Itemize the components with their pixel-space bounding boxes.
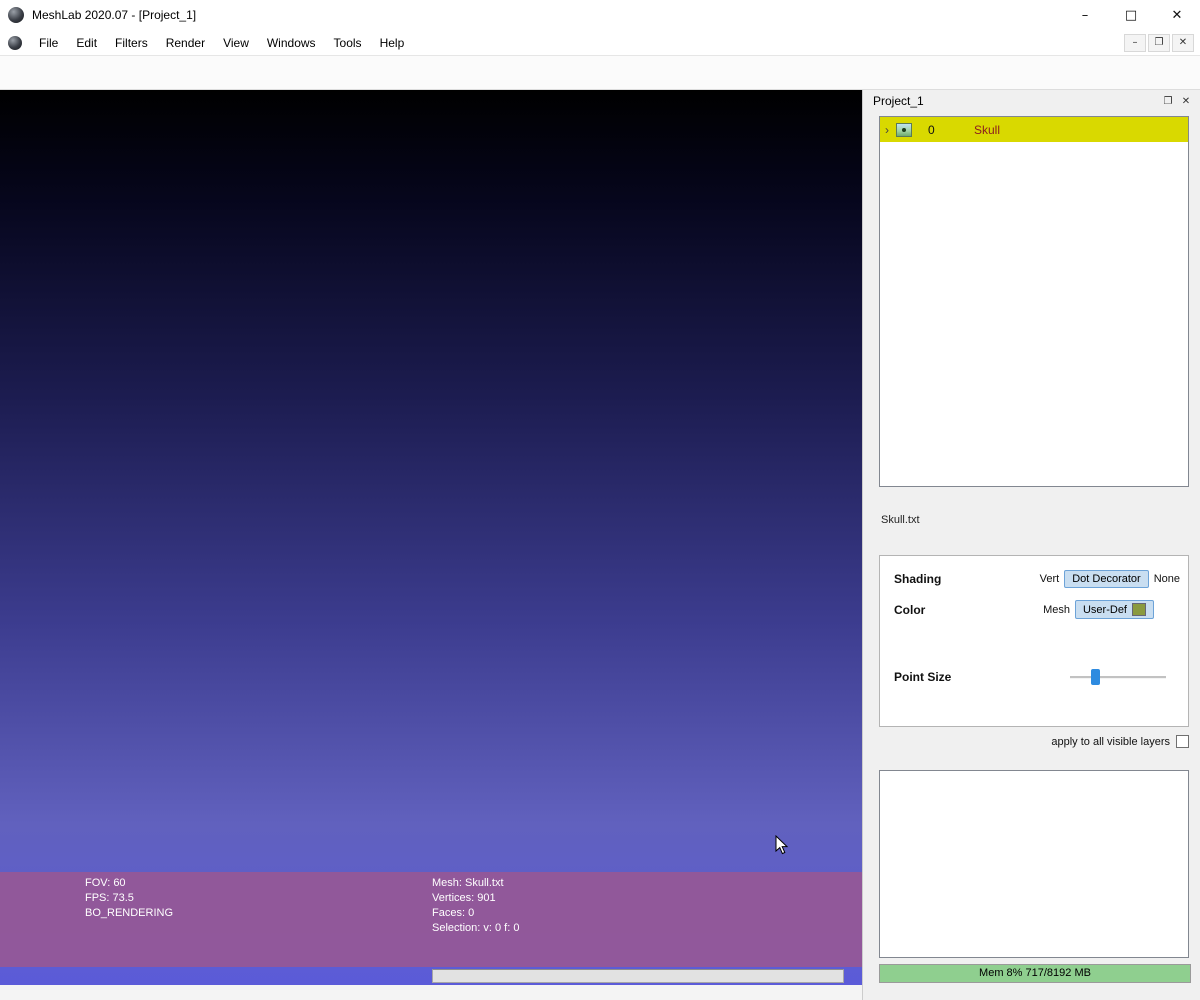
point-size-slider[interactable] bbox=[1070, 668, 1166, 686]
shading-label: Shading bbox=[894, 572, 941, 586]
meshlab-window: MeshLab 2020.07 - [Project_1] –□✕ FileEd… bbox=[0, 0, 1200, 1000]
title-bar: MeshLab 2020.07 - [Project_1] –□✕ bbox=[0, 0, 1200, 30]
dot-decorator-button[interactable]: Dot Decorator bbox=[1064, 570, 1148, 588]
memory-usage-bar: Mem 8% 717/8192 MB bbox=[879, 964, 1191, 983]
minimize-button[interactable]: – bbox=[1062, 0, 1108, 30]
app-icon bbox=[8, 7, 24, 23]
mesh-panel-title: Skull.txt bbox=[881, 514, 920, 526]
render-options-body: Shading Vert Dot Decorator None Color Me… bbox=[879, 555, 1189, 727]
menu-tools[interactable]: Tools bbox=[325, 32, 371, 54]
hud-faces: Faces: 0 bbox=[432, 906, 519, 921]
dock-title: Project_1 bbox=[873, 94, 924, 108]
shading-row: Shading Vert Dot Decorator None bbox=[894, 570, 1180, 588]
viewport-3d[interactable]: FOV: 60 FPS: 73.5 BO_RENDERING Mesh: Sku… bbox=[0, 90, 862, 985]
dock-float-button[interactable]: ❐ bbox=[1159, 93, 1177, 109]
maximize-button[interactable]: □ bbox=[1108, 0, 1154, 30]
apply-all-layers-row: apply to all visible layers bbox=[879, 735, 1189, 748]
point-size-label: Point Size bbox=[894, 670, 951, 684]
toolbar bbox=[0, 56, 1200, 90]
color-row: Color Mesh User-Def bbox=[894, 600, 1180, 619]
document-icon bbox=[8, 36, 22, 50]
hud-mesh-name: Mesh: Skull.txt bbox=[432, 876, 519, 891]
memory-label: Mem 8% 717/8192 MB bbox=[880, 967, 1190, 979]
menu-help[interactable]: Help bbox=[371, 32, 414, 54]
hud-fov: FOV: 60 bbox=[85, 876, 173, 891]
log-output bbox=[879, 770, 1189, 958]
apply-all-layers-checkbox[interactable] bbox=[1176, 735, 1189, 748]
status-bar bbox=[0, 985, 862, 1000]
dock-buttons: ❐✕ bbox=[1159, 93, 1195, 109]
point-cloud-canvas[interactable] bbox=[0, 90, 862, 985]
mdi-restore-button[interactable]: ❐ bbox=[1148, 34, 1170, 52]
menu-file[interactable]: File bbox=[30, 32, 67, 54]
hud-mesh-stats: Mesh: Skull.txt Vertices: 901 Faces: 0 S… bbox=[432, 876, 519, 936]
window-title: MeshLab 2020.07 - [Project_1] bbox=[32, 8, 196, 22]
layer-dock: Project_1 ❐✕ › 0 Skull Skull.txt Shading… bbox=[862, 90, 1200, 1000]
shading-none-label[interactable]: None bbox=[1154, 573, 1180, 585]
apply-all-layers-label: apply to all visible layers bbox=[1051, 736, 1170, 748]
mdi-minimize-button[interactable]: – bbox=[1124, 34, 1146, 52]
hud-render-mode: BO_RENDERING bbox=[85, 906, 173, 921]
layer-row-skull[interactable]: › 0 Skull bbox=[880, 117, 1188, 142]
visibility-eye-icon[interactable] bbox=[896, 123, 912, 137]
layer-name: Skull bbox=[974, 123, 1000, 137]
mdi-window-controls: –❐✕ bbox=[1122, 34, 1194, 52]
menu-bar: FileEditFiltersRenderViewWindowsToolsHel… bbox=[0, 30, 1200, 56]
layer-index: 0 bbox=[928, 123, 950, 137]
window-controls: –□✕ bbox=[1062, 0, 1200, 30]
slider-groove bbox=[1070, 676, 1166, 679]
hud-fps: FPS: 73.5 bbox=[85, 891, 173, 906]
menu-filters[interactable]: Filters bbox=[106, 32, 157, 54]
color-swatch[interactable] bbox=[1132, 603, 1146, 616]
mouse-cursor bbox=[775, 835, 789, 860]
dock-close-button[interactable]: ✕ bbox=[1177, 93, 1195, 109]
dock-title-bar: Project_1 ❐✕ bbox=[863, 90, 1200, 112]
viewport-progress-bar bbox=[432, 969, 844, 983]
menu-view[interactable]: View bbox=[214, 32, 258, 54]
mdi-close-button[interactable]: ✕ bbox=[1172, 34, 1194, 52]
hud-render-stats: FOV: 60 FPS: 73.5 BO_RENDERING bbox=[85, 876, 173, 921]
menu-render[interactable]: Render bbox=[157, 32, 214, 54]
point-size-row: Point Size bbox=[894, 668, 1180, 686]
menu-items: FileEditFiltersRenderViewWindowsToolsHel… bbox=[30, 32, 413, 54]
slider-handle[interactable] bbox=[1091, 669, 1100, 685]
layer-list: › 0 Skull bbox=[879, 116, 1189, 487]
color-label: Color bbox=[894, 603, 925, 617]
expander-icon[interactable]: › bbox=[882, 123, 892, 137]
user-def-color-button[interactable]: User-Def bbox=[1075, 600, 1154, 619]
viewport-hud: FOV: 60 FPS: 73.5 BO_RENDERING Mesh: Sku… bbox=[0, 872, 862, 967]
shading-vert-label: Vert bbox=[1040, 573, 1060, 585]
close-button[interactable]: ✕ bbox=[1154, 0, 1200, 30]
mesh-render-panel: Shading Vert Dot Decorator None Color Me… bbox=[879, 530, 1189, 757]
hud-vertices: Vertices: 901 bbox=[432, 891, 519, 906]
color-mesh-label: Mesh bbox=[1043, 604, 1070, 616]
menu-windows[interactable]: Windows bbox=[258, 32, 325, 54]
hud-selection: Selection: v: 0 f: 0 bbox=[432, 921, 519, 936]
menu-edit[interactable]: Edit bbox=[67, 32, 106, 54]
